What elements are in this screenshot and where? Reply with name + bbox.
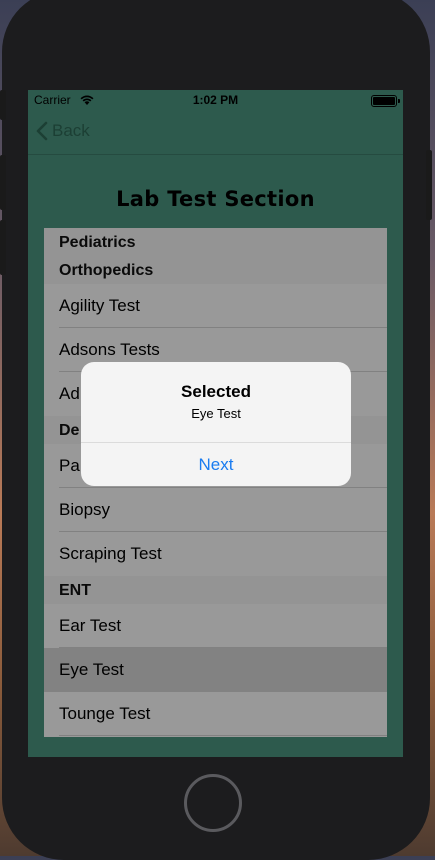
alert-title: Selected (181, 382, 251, 401)
volume-up-button (0, 155, 6, 210)
app-screen: Carrier 1:02 PM Back Lab Test Section Pe… (28, 90, 403, 757)
volume-down-button (0, 220, 6, 275)
mute-switch (0, 90, 6, 120)
home-button[interactable] (184, 774, 242, 832)
next-button[interactable]: Next (81, 443, 351, 486)
alert-message: Eye Test (191, 406, 241, 421)
power-button (426, 150, 432, 220)
selection-alert: Selected Eye Test Next (81, 362, 351, 486)
